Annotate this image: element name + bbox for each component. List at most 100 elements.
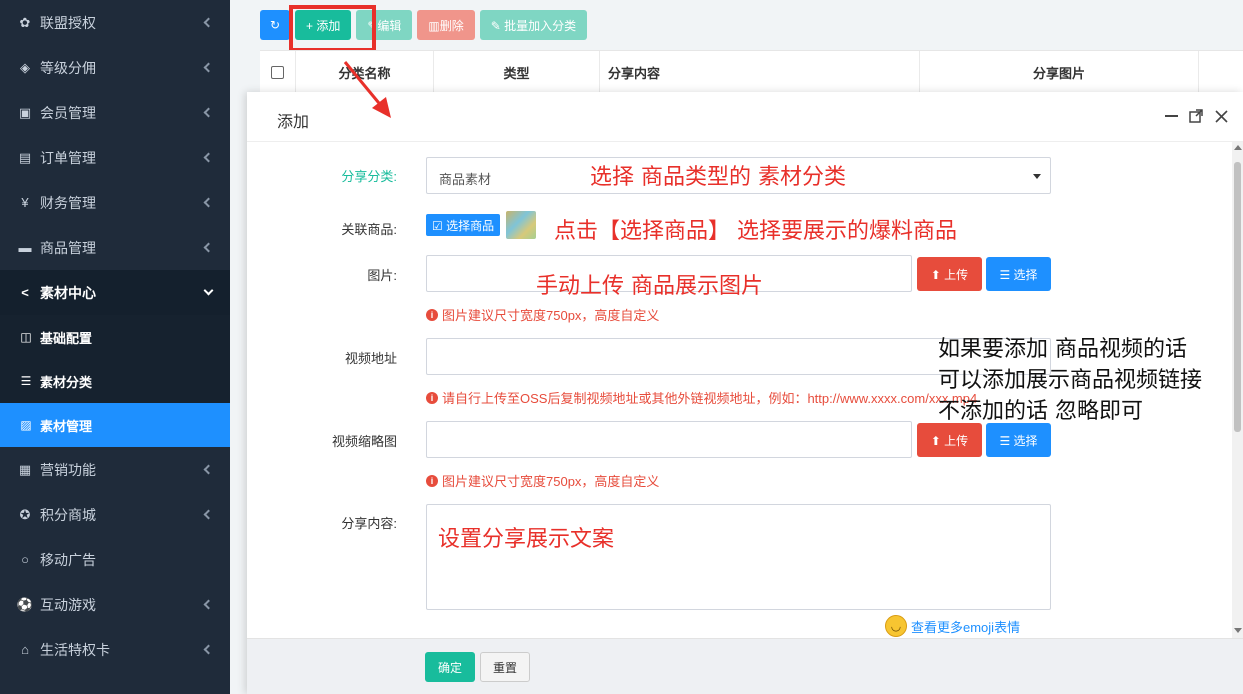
sidebar-item-material-center[interactable]: < 素材中心 (0, 270, 230, 315)
sidebar-subitem-material-category[interactable]: ☰ 素材分类 (0, 359, 230, 403)
yen-icon: ¥ (21, 195, 29, 210)
image-hint: i 图片建议尺寸宽度750px，高度自定义 (426, 305, 659, 324)
video-hint: i 请自行上传至OSS后复制视频地址或其他外链视频地址，例如：http://ww… (426, 388, 977, 407)
info-circle-icon: i (426, 391, 438, 404)
thumb-hint-text: 图片建议尺寸宽度750px，高度自定义 (442, 474, 660, 489)
annotation-goods: 点击【选择商品】 选择要展示的爆料商品 (554, 219, 957, 244)
chevron-left-icon (203, 599, 214, 609)
order-copy-icon: ▤ (18, 149, 32, 165)
annotation-image: 手动上传 商品展示图片 (536, 274, 763, 299)
image-label: 图片: (367, 268, 397, 283)
column-header-category[interactable]: 分类名称 (296, 51, 434, 93)
columns-icon: ◫ (20, 330, 32, 344)
sidebar-item-points-mall[interactable]: ✪ 积分商城 (0, 492, 230, 537)
highlight-box-add (289, 5, 376, 52)
video-thumb-input[interactable] (426, 421, 912, 458)
chevron-left-icon (203, 62, 214, 72)
delete-button[interactable]: ▥删除 (417, 10, 475, 40)
goods-label: 关联商品: (341, 222, 397, 237)
annotation-video: 如果要添加 商品视频的话 可以添加展示商品视频链接 不添加的话 忽略即可 (938, 334, 1202, 427)
close-icon[interactable] (1213, 108, 1229, 124)
chevron-left-icon (203, 509, 214, 519)
column-header-type[interactable]: 类型 (434, 51, 600, 93)
batch-add-category-button[interactable]: ✎ 批量加入分类 (479, 10, 588, 40)
sidebar-item-label: 订单管理 (40, 149, 96, 166)
annotation-video-line: 可以添加展示商品视频链接 (938, 368, 1203, 393)
confirm-button[interactable]: 确定 (425, 652, 475, 682)
scroll-down-icon (1234, 628, 1242, 633)
thumb-choose-button[interactable]: ☰ 选择 (986, 423, 1051, 457)
sidebar-item-goods[interactable]: ▬ 商品管理 (0, 225, 230, 270)
sidebar-item-commission[interactable]: ◈ 等级分佣 (0, 45, 230, 90)
sidebar-item-mobile-ads[interactable]: ○ 移动广告 (0, 537, 230, 582)
caret-down-icon (1033, 174, 1041, 179)
sidebar: ✿ 联盟授权 ◈ 等级分佣 ▣ 会员管理 ▤ 订单管理 ¥ 财务管理 ▬ 商品管… (0, 0, 230, 694)
chevron-down-icon (203, 285, 214, 295)
image-upload-button[interactable]: ⬆ 上传 (917, 257, 982, 291)
chevron-left-icon (203, 197, 214, 207)
emoji-link-text: 查看更多emoji表情 (911, 619, 1021, 635)
chevron-left-icon (203, 242, 214, 252)
sidebar-item-label: 生活特权卡 (40, 641, 110, 658)
chevron-left-icon (203, 644, 214, 654)
sidebar-item-orders[interactable]: ▤ 订单管理 (0, 135, 230, 180)
dialog-footer: 确定 重置 (247, 638, 1243, 694)
member-card-icon: ▣ (18, 104, 32, 120)
diamond-icon: ◈ (20, 59, 30, 75)
share-content-textarea[interactable] (426, 504, 1051, 610)
dialog-scrollbar[interactable] (1232, 142, 1243, 638)
refresh-icon: ↻ (269, 18, 281, 32)
select-all-checkbox[interactable] (271, 65, 284, 79)
category-label: 分享分类: (341, 169, 397, 184)
home-icon: ⌂ (21, 642, 29, 657)
handshake-icon: ✿ (19, 14, 31, 30)
sidebar-item-label: 财务管理 (40, 194, 96, 211)
select-goods-button[interactable]: ☑ 选择商品 (426, 214, 501, 236)
gift-icon: ▦ (18, 461, 32, 477)
sidebar-subitem-label: 素材管理 (40, 418, 93, 434)
sidebar-subitem-label: 基础配置 (40, 330, 93, 346)
sidebar-item-privilege-card[interactable]: ⌂ 生活特权卡 (0, 627, 230, 672)
dialog-title-bar: 添加 (247, 92, 1243, 142)
sidebar-item-alliance[interactable]: ✿ 联盟授权 (0, 0, 230, 45)
annotation-content: 设置分享展示文案 (438, 527, 615, 552)
minimize-icon[interactable] (1163, 108, 1179, 124)
thumb-upload-button[interactable]: ⬆ 上传 (917, 423, 982, 457)
annotation-video-line: 不添加的话 忽略即可 (938, 399, 1143, 424)
briefcase-icon: ▬ (18, 240, 32, 255)
column-header-content[interactable]: 分享内容 (600, 51, 920, 93)
reset-button[interactable]: 重置 (480, 652, 530, 682)
video-label: 视频地址 (344, 351, 397, 366)
chevron-left-icon (203, 17, 214, 27)
refresh-button[interactable]: ↻ (260, 10, 290, 40)
maximize-icon[interactable] (1188, 108, 1204, 124)
scroll-up-icon (1234, 145, 1242, 150)
chevron-left-icon (203, 152, 214, 162)
annotation-video-line: 如果要添加 商品视频的话 (938, 337, 1187, 362)
goods-thumbnail[interactable] (506, 211, 536, 239)
sidebar-subitem-label: 素材分类 (40, 374, 93, 390)
video-hint-text: 请自行上传至OSS后复制视频地址或其他外链视频地址，例如：http://www.… (442, 391, 978, 406)
emoji-more-link[interactable]: ◡ 查看更多emoji表情 (885, 615, 1020, 637)
select-all-cell (260, 51, 296, 93)
chevron-left-icon (203, 464, 214, 474)
sidebar-item-marketing[interactable]: ▦ 营销功能 (0, 447, 230, 492)
sidebar-item-label: 等级分佣 (40, 59, 96, 76)
sidebar-item-label: 营销功能 (40, 461, 96, 478)
soccer-ball-icon: ⚽ (16, 596, 34, 612)
sidebar-item-label: 商品管理 (40, 239, 96, 256)
sidebar-item-label: 会员管理 (40, 104, 96, 121)
sidebar-item-games[interactable]: ⚽ 互动游戏 (0, 582, 230, 627)
table-header: 分类名称 类型 分享内容 分享图片 (260, 50, 1243, 93)
content-label: 分享内容: (341, 516, 397, 531)
column-header-image[interactable]: 分享图片 (920, 51, 1199, 93)
sidebar-subitem-material-management[interactable]: ▨ 素材管理 (0, 403, 230, 447)
image-icon: ▨ (20, 418, 32, 432)
sidebar-item-finance[interactable]: ¥ 财务管理 (0, 180, 230, 225)
sidebar-subitem-basic-config[interactable]: ◫ 基础配置 (0, 315, 230, 359)
image-hint-text: 图片建议尺寸宽度750px，高度自定义 (442, 308, 660, 323)
smiley-icon: ◡ (885, 615, 907, 637)
scroll-thumb[interactable] (1234, 162, 1241, 432)
image-choose-button[interactable]: ☰ 选择 (986, 257, 1051, 291)
sidebar-item-members[interactable]: ▣ 会员管理 (0, 90, 230, 135)
